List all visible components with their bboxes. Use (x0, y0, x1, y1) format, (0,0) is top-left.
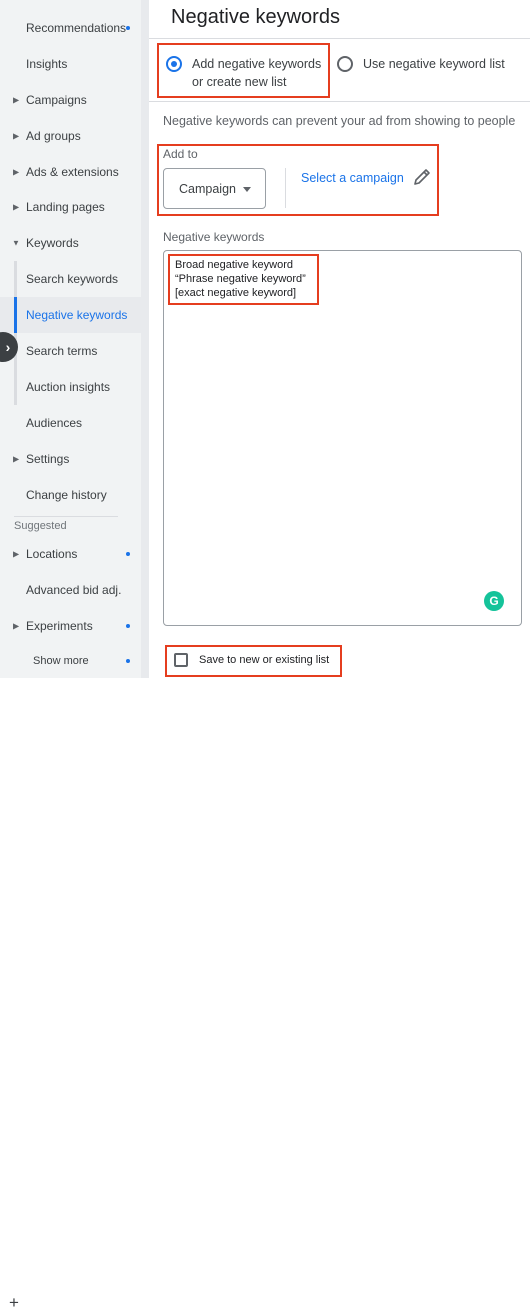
nav-item-search-terms[interactable]: Search terms (0, 333, 141, 369)
nav-item-ad-groups[interactable]: ▶ Ad groups (0, 118, 141, 154)
nav-label: Audiences (26, 416, 83, 430)
helper-text: Negative keywords can prevent your ad fr… (163, 114, 516, 128)
nav-item-negative-keywords[interactable]: Negative keywords (0, 297, 141, 333)
caret-right-icon: ▶ (13, 131, 20, 141)
nav-label: Experiments (26, 619, 93, 633)
negative-keywords-textarea[interactable] (163, 250, 522, 626)
nav-item-advanced-bid-adj[interactable]: Advanced bid adj. (0, 572, 141, 608)
page-title: Negative keywords (171, 6, 340, 28)
caret-right-icon: ▶ (13, 95, 20, 105)
caret-right-icon: ▶ (13, 167, 20, 177)
vertical-divider (285, 168, 286, 208)
select-campaign-link[interactable]: Select a campaign (301, 171, 404, 185)
nav-label: Show more (33, 655, 89, 667)
notification-dot (126, 659, 130, 663)
caret-right-icon: ▶ (13, 621, 20, 631)
nav-label: Insights (26, 57, 68, 71)
suggested-heading: Suggested (14, 520, 67, 532)
caret-right-icon: ▶ (13, 454, 20, 464)
nav-label: Search keywords (26, 272, 119, 286)
nav-item-auction-insights[interactable]: Auction insights (0, 369, 141, 405)
notification-dot (126, 552, 130, 556)
title-divider (149, 38, 530, 39)
nav-label: Advanced bid adj. (26, 583, 122, 597)
radio-label-use-list[interactable]: Use negative keyword list (363, 55, 513, 73)
nav-item-keywords[interactable]: ▼ Keywords (0, 225, 141, 261)
save-list-checkbox[interactable] (174, 653, 188, 667)
nav-label: Negative keywords (26, 308, 128, 322)
pencil-icon[interactable] (412, 166, 432, 188)
nav-label: Keywords (26, 236, 79, 250)
nav-item-campaigns[interactable]: ▶ Campaigns (0, 82, 141, 118)
nav-label: Auction insights (26, 380, 111, 394)
dropdown-arrow-icon (243, 187, 251, 192)
nav-item-search-keywords[interactable]: Search keywords (0, 261, 141, 297)
nav-label: Ads & extensions (26, 165, 119, 179)
plus-icon: + (9, 1293, 19, 1312)
main-panel: Negative keywords Add negative keywords … (149, 0, 530, 678)
nav-label: Change history (26, 488, 107, 502)
nav-label: Search terms (26, 344, 98, 358)
keyword-line: [exact negative keyword] (175, 287, 297, 299)
nav-label: Locations (26, 547, 78, 561)
radio-label-add[interactable]: Add negative keywords or create new list (192, 55, 332, 91)
nav-item-audiences[interactable]: Audiences (0, 405, 141, 441)
nav-item-insights[interactable]: Insights (0, 46, 141, 82)
keywords-field-label: Negative keywords (163, 230, 265, 244)
notification-dot (126, 26, 130, 30)
sidebar-nav: Recommendations Insights ▶ Campaigns ▶ A… (0, 0, 141, 1311)
dropdown-value: Campaign (179, 182, 236, 196)
nav-label: Recommendations (26, 21, 127, 35)
nav-item-show-more[interactable]: + Show more (0, 643, 141, 1311)
scope-dropdown[interactable]: Campaign (163, 168, 266, 209)
add-to-label: Add to (163, 147, 198, 161)
sidebar-scrollbar[interactable] (141, 0, 149, 678)
keyword-line: Broad negative keyword (175, 259, 294, 271)
caret-down-icon: ▼ (12, 238, 20, 248)
radio-add-negative-keywords[interactable] (166, 56, 182, 72)
caret-right-icon: ▶ (13, 549, 20, 559)
nav-label: Ad groups (26, 129, 81, 143)
nav-item-settings[interactable]: ▶ Settings (0, 441, 141, 477)
nav-label: Landing pages (26, 200, 105, 214)
nav-item-locations[interactable]: ▶ Locations (0, 536, 141, 572)
nav-item-landing-pages[interactable]: ▶ Landing pages (0, 189, 141, 225)
options-divider (149, 101, 530, 102)
nav-label: Settings (26, 452, 70, 466)
save-list-label[interactable]: Save to new or existing list (199, 654, 329, 666)
nav-label: Campaigns (26, 93, 87, 107)
keyword-line: “Phrase negative keyword” (175, 273, 306, 285)
nav-item-change-history[interactable]: Change history (0, 477, 141, 513)
caret-right-icon: ▶ (13, 202, 20, 212)
radio-use-keyword-list[interactable] (337, 56, 353, 72)
section-divider (14, 516, 118, 517)
nav-item-recommendations[interactable]: Recommendations (0, 10, 141, 46)
grammarly-icon[interactable]: G (484, 591, 504, 611)
nav-item-experiments[interactable]: ▶ Experiments (0, 608, 141, 644)
nav-item-ads-extensions[interactable]: ▶ Ads & extensions (0, 154, 141, 190)
notification-dot (126, 624, 130, 628)
